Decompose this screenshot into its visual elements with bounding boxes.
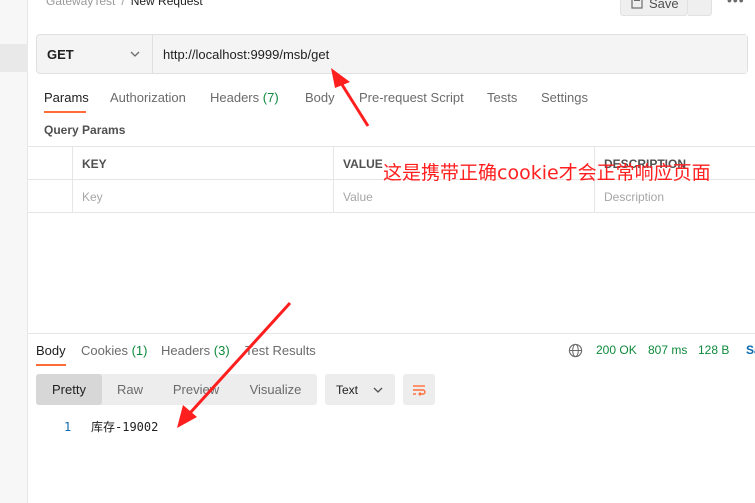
- chevron-down-icon: [373, 387, 383, 393]
- format-pretty-button[interactable]: Pretty: [36, 374, 102, 405]
- breadcrumb: GatewayTest / New Request: [46, 0, 203, 8]
- tab-pre-request-script[interactable]: Pre-request Script: [359, 90, 464, 105]
- sidebar-selected-item[interactable]: [0, 44, 28, 72]
- breadcrumb-collection[interactable]: GatewayTest: [46, 0, 115, 8]
- left-sidebar: [0, 0, 28, 503]
- active-tab-indicator: [36, 364, 66, 366]
- row-checkbox-cell: [28, 180, 73, 213]
- response-size[interactable]: 128 B: [698, 343, 729, 357]
- format-preview-button[interactable]: Preview: [158, 374, 234, 405]
- tab-response-headers[interactable]: Headers (3): [161, 343, 230, 358]
- save-icon: [631, 0, 643, 9]
- tab-label: Pre-request Script: [359, 90, 464, 105]
- tab-params[interactable]: Params: [44, 90, 89, 105]
- status-code[interactable]: 200 OK: [596, 343, 637, 357]
- annotation-text: 这是携带正确cookie才会正常响应页面: [383, 162, 711, 184]
- tab-count: (7): [262, 90, 279, 105]
- response-time[interactable]: 807 ms: [648, 343, 687, 357]
- tab-response-body[interactable]: Body: [36, 343, 66, 358]
- tab-label: Headers: [210, 90, 260, 105]
- save-button[interactable]: Save: [620, 0, 688, 16]
- globe-icon[interactable]: [568, 343, 583, 358]
- query-params-title: Query Params: [44, 123, 126, 137]
- request-url-bar: GET http://localhost:9999/msb/get: [36, 34, 748, 74]
- active-tab-indicator: [44, 111, 86, 113]
- tab-count: (3): [213, 343, 230, 358]
- tab-label: Headers: [161, 343, 211, 358]
- response-body-text[interactable]: 库存-19002: [91, 420, 158, 434]
- save-options-dropdown[interactable]: [688, 0, 712, 16]
- column-header-key: KEY: [73, 147, 334, 180]
- arrow-to-response: [177, 301, 292, 428]
- method-select[interactable]: GET: [37, 35, 153, 73]
- tab-headers[interactable]: Headers (7): [210, 90, 279, 105]
- key-input[interactable]: Key: [73, 180, 334, 213]
- format-raw-button[interactable]: Raw: [102, 374, 158, 405]
- body-language-select[interactable]: Text: [325, 374, 395, 405]
- tab-label: Params: [44, 90, 89, 105]
- tab-label: Test Results: [245, 343, 316, 358]
- method-label: GET: [47, 46, 74, 62]
- tab-label: Settings: [541, 90, 588, 105]
- tab-label: Body: [305, 90, 335, 105]
- tab-label: Body: [36, 343, 66, 358]
- more-icon[interactable]: •••: [727, 0, 745, 8]
- tab-body[interactable]: Body: [305, 90, 335, 105]
- tab-label: Authorization: [110, 90, 186, 105]
- pane-divider[interactable]: [28, 333, 755, 334]
- checkbox-column-header: [28, 147, 73, 180]
- line-number: 1: [64, 420, 72, 434]
- breadcrumb-request-name[interactable]: New Request: [131, 0, 203, 8]
- body-language-label: Text: [336, 382, 359, 397]
- wrap-lines-button[interactable]: [403, 374, 435, 405]
- tab-authorization[interactable]: Authorization: [110, 90, 186, 105]
- format-visualize-button[interactable]: Visualize: [234, 374, 317, 405]
- tab-test-results[interactable]: Test Results: [245, 343, 316, 358]
- wrap-lines-icon: [413, 384, 426, 396]
- tab-label: Cookies: [81, 343, 128, 358]
- tab-settings[interactable]: Settings: [541, 90, 588, 105]
- tab-response-cookies[interactable]: Cookies (1): [81, 343, 147, 358]
- url-input[interactable]: http://localhost:9999/msb/get: [153, 35, 747, 73]
- response-body-line: 1 库存-19002: [64, 418, 158, 435]
- chevron-down-icon: [130, 51, 140, 57]
- breadcrumb-separator: /: [121, 0, 125, 8]
- save-button-label: Save: [649, 0, 679, 11]
- tab-count: (1): [131, 343, 148, 358]
- body-format-toggle: Pretty Raw Preview Visualize: [36, 374, 317, 405]
- tab-label: Tests: [487, 90, 518, 105]
- save-response-button[interactable]: Sa: [746, 343, 755, 357]
- tab-tests[interactable]: Tests: [487, 90, 517, 105]
